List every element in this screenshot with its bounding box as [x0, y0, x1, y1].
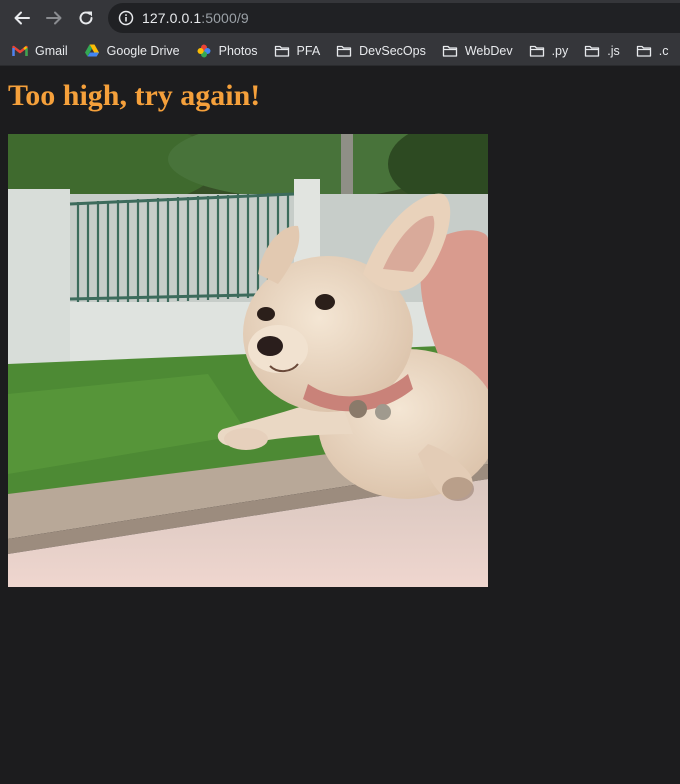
bookmark-google-drive[interactable]: Google Drive — [84, 43, 180, 59]
bookmarks-bar: Gmail Google Drive Photos PFA DevSecOps … — [0, 36, 680, 66]
folder-icon — [585, 45, 600, 57]
page-content: Too high, try again! — [0, 67, 680, 784]
folder-icon — [529, 45, 544, 57]
url-path: :5000/9 — [201, 10, 249, 26]
bookmark-label: Gmail — [35, 43, 68, 58]
browser-toolbar: 127.0.0.1:5000/9 — [0, 0, 680, 36]
bookmark-label: PFA — [296, 43, 321, 58]
arrow-right-icon — [46, 11, 62, 25]
bookmark-label: .py — [551, 43, 569, 58]
url-text: 127.0.0.1:5000/9 — [142, 10, 249, 26]
bookmark-label: WebDev — [464, 43, 513, 58]
puppy-gif-image — [8, 134, 488, 587]
bookmark-folder-py[interactable]: .py — [529, 43, 569, 59]
bookmark-folder-pfa[interactable]: PFA — [274, 43, 321, 59]
google-drive-icon — [84, 44, 99, 56]
bookmark-folder-js[interactable]: .js — [584, 43, 620, 59]
bookmark-label: DevSecOps — [359, 43, 426, 58]
forward-button[interactable] — [38, 4, 70, 32]
page-heading: Too high, try again! — [8, 79, 261, 112]
gmail-icon — [12, 45, 28, 56]
google-photos-icon — [197, 44, 211, 57]
url-host: 127.0.0.1 — [142, 10, 202, 26]
arrow-left-icon — [14, 11, 30, 25]
folder-icon — [636, 45, 651, 57]
bookmark-gmail[interactable]: Gmail — [12, 43, 68, 59]
folder-icon — [274, 45, 289, 57]
bookmark-label: Photos — [218, 43, 258, 58]
back-button[interactable] — [6, 4, 38, 32]
bookmark-folder-webdev[interactable]: WebDev — [442, 43, 513, 59]
bookmark-label: Google Drive — [106, 43, 180, 58]
bookmark-folder-c[interactable]: .c — [636, 43, 669, 59]
bookmark-label: .js — [607, 43, 620, 58]
info-circle-icon[interactable] — [118, 10, 134, 26]
folder-icon — [442, 45, 458, 57]
folder-icon — [337, 45, 352, 57]
bookmark-photos[interactable]: Photos — [196, 43, 258, 59]
bookmark-label: .c — [658, 43, 669, 58]
reload-icon — [79, 11, 93, 25]
bookmark-folder-devsecops[interactable]: DevSecOps — [336, 43, 426, 59]
address-bar[interactable]: 127.0.0.1:5000/9 — [108, 3, 680, 33]
reload-button[interactable] — [70, 4, 102, 32]
